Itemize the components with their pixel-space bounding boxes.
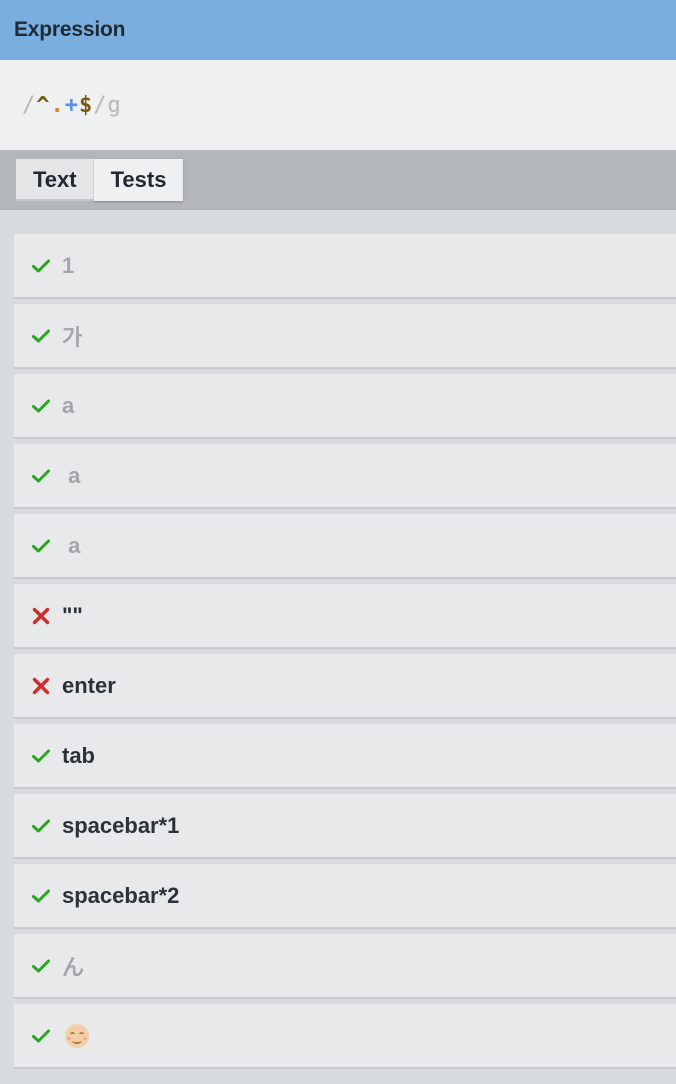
check-icon	[31, 256, 51, 276]
check-icon	[31, 956, 51, 976]
test-row[interactable]: spacebar*1	[14, 794, 676, 857]
check-icon	[31, 536, 51, 556]
check-icon	[31, 466, 51, 486]
test-text: ん	[62, 954, 85, 980]
test-text: a	[62, 462, 81, 488]
regex-open-delimiter: /	[22, 92, 37, 118]
tab-tests[interactable]: Tests	[93, 159, 184, 201]
regex-start-anchor: ^	[36, 92, 51, 118]
test-list: 1 가 a a a "" enter tab spacebar*1 spacebar*2 ん	[14, 234, 676, 1074]
regex-quantifier: +	[64, 92, 79, 118]
test-row[interactable]: 가	[14, 304, 676, 367]
test-text: ""	[62, 602, 83, 628]
check-icon	[31, 396, 51, 416]
test-row[interactable]: enter	[14, 654, 676, 717]
test-row[interactable]: a	[14, 514, 676, 577]
test-row[interactable]	[14, 1004, 676, 1067]
smiling-face-icon	[65, 1023, 89, 1048]
test-row[interactable]: a	[14, 444, 676, 507]
test-row[interactable]: spacebar*2	[14, 864, 676, 927]
check-icon	[31, 746, 51, 766]
test-text: enter	[62, 672, 116, 698]
regex-expression[interactable]: /^.+$/g	[22, 93, 122, 118]
test-row[interactable]: ""	[14, 584, 676, 647]
test-text: spacebar*1	[62, 812, 180, 838]
test-text: tab	[62, 742, 95, 768]
check-icon	[31, 816, 51, 836]
test-row[interactable]: 1	[14, 234, 676, 297]
regex-flags[interactable]: g	[108, 93, 122, 118]
expression-title: Expression	[14, 18, 126, 41]
test-row[interactable]: a	[14, 374, 676, 437]
test-text: spacebar*2	[62, 882, 180, 908]
test-text: a	[62, 392, 75, 418]
test-text: 가	[62, 324, 83, 350]
check-icon	[31, 1026, 51, 1046]
expression-header: Expression	[0, 0, 676, 60]
check-icon	[31, 326, 51, 346]
tab-text[interactable]: Text	[16, 159, 94, 201]
regex-close-delimiter: /	[93, 92, 108, 118]
expression-editor[interactable]: /^.+$/g	[0, 60, 676, 150]
regex-dot: .	[50, 92, 65, 118]
test-row[interactable]: ん	[14, 934, 676, 997]
cross-icon	[31, 676, 51, 696]
regex-end-anchor: $	[79, 92, 94, 118]
test-text: a	[62, 532, 81, 558]
cross-icon	[31, 606, 51, 626]
mode-tabs: Text Tests	[0, 150, 676, 210]
check-icon	[31, 886, 51, 906]
test-text: 1	[62, 252, 75, 278]
test-row[interactable]: tab	[14, 724, 676, 787]
